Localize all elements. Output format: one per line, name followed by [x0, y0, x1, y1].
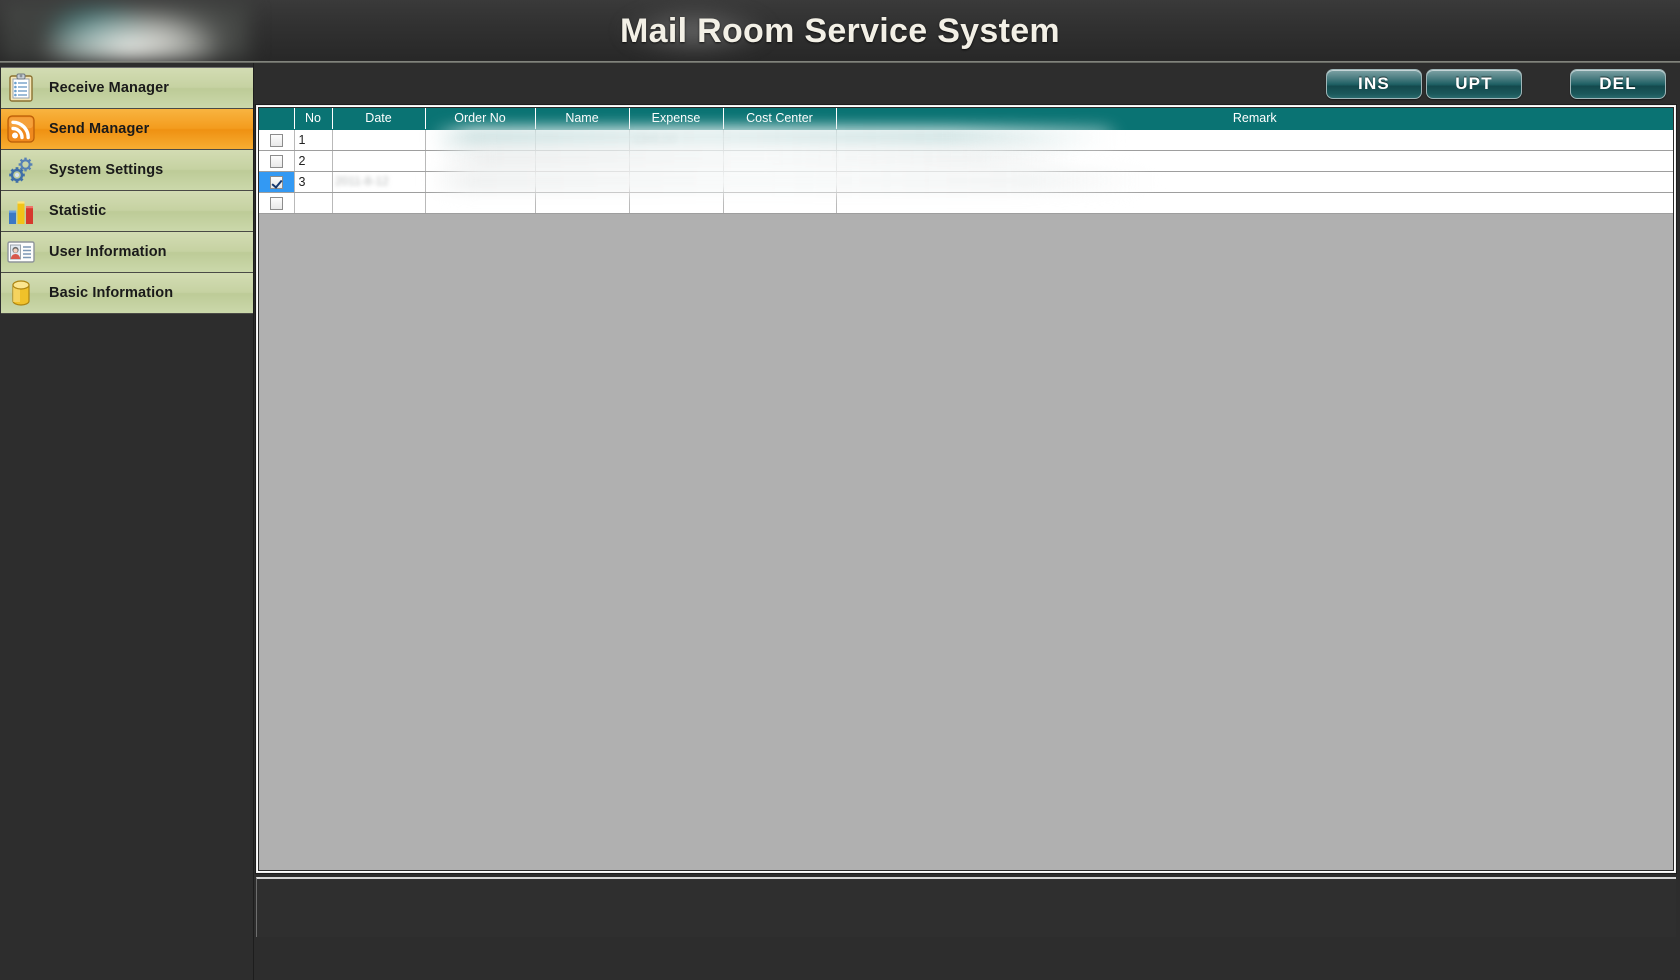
cell-date: [332, 129, 426, 151]
sidebar-item-basic-information[interactable]: Basic Information: [1, 273, 253, 314]
row-select-checkbox-cell[interactable]: [259, 129, 295, 151]
row-select-checkbox-cell[interactable]: [259, 150, 295, 172]
cell-name: [535, 171, 630, 193]
insert-button[interactable]: INS: [1326, 69, 1422, 99]
id-card-icon: [5, 236, 37, 268]
delete-button[interactable]: DEL: [1570, 69, 1666, 99]
sidebar-item-label: Statistic: [49, 203, 107, 219]
sidebar-item-receive-manager[interactable]: Receive Manager: [1, 68, 253, 109]
row-checkbox[interactable]: [269, 133, 283, 147]
gears-icon: [5, 154, 37, 186]
column-header-remark[interactable]: Remark: [836, 108, 1673, 130]
update-button[interactable]: UPT: [1426, 69, 1522, 99]
cell-order-no: [425, 150, 536, 172]
row-select-checkbox-cell[interactable]: [259, 192, 295, 214]
sidebar-item-label: System Settings: [49, 162, 164, 178]
cell-expense: [629, 129, 724, 151]
table-row[interactable]: 2: [259, 150, 1673, 172]
column-header-date[interactable]: Date: [332, 108, 426, 130]
cell-name: [535, 129, 630, 151]
cell-date: [332, 150, 426, 172]
cell-order-no: [425, 129, 536, 151]
sidebar-item-user-information[interactable]: User Information: [1, 232, 253, 273]
page-title: Mail Room Service System: [620, 12, 1060, 50]
cell-name: [535, 150, 630, 172]
cell-order-no: [425, 171, 536, 193]
cell-no: 1: [294, 129, 333, 151]
table-row[interactable]: 3: [259, 171, 1673, 193]
column-header-order-no[interactable]: Order No: [425, 108, 536, 130]
cell-order-no: [425, 192, 536, 214]
sidebar-nav-list: Receive Manager Send Manager System Sett…: [1, 67, 253, 314]
cell-remark: [836, 129, 1673, 151]
sidebar-item-system-settings[interactable]: System Settings: [1, 150, 253, 191]
column-header-expense[interactable]: Expense: [629, 108, 724, 130]
sidebar-item-statistic[interactable]: Statistic: [1, 191, 253, 232]
cell-name: [535, 192, 630, 214]
bar-chart-icon: [5, 195, 37, 227]
grid-empty-area: [260, 215, 1673, 870]
cell-no: 2: [294, 150, 333, 172]
sidebar-item-label: Send Manager: [49, 121, 150, 137]
table-row[interactable]: [259, 192, 1673, 214]
application-window: Mail Room Service System Receive Manager…: [0, 0, 1680, 980]
table-header-row: No Date Order No Name Expense Cost Cente…: [259, 108, 1673, 130]
cell-cost-center: [723, 192, 837, 214]
cell-cost-center: [723, 129, 837, 151]
cell-remark: [836, 150, 1673, 172]
clipboard-icon: [5, 72, 37, 104]
footer-bar: [256, 877, 1676, 937]
action-toolbar: INS UPT DEL: [254, 63, 1680, 105]
sidebar: Receive Manager Send Manager System Sett…: [0, 63, 254, 980]
cell-expense: [629, 150, 724, 172]
sidebar-item-label: Receive Manager: [49, 80, 169, 96]
cell-expense: [629, 192, 724, 214]
main-content: INS UPT DEL No Date Order No Name Expens…: [254, 63, 1680, 980]
table-body: 1 2 3: [259, 129, 1673, 214]
sidebar-item-send-manager[interactable]: Send Manager: [1, 109, 253, 150]
cell-no: [294, 192, 333, 214]
cell-remark: [836, 192, 1673, 214]
cell-cost-center: [723, 171, 837, 193]
sidebar-item-label: Basic Information: [49, 285, 174, 301]
row-checkbox[interactable]: [269, 154, 283, 168]
column-header-cost-center[interactable]: Cost Center: [723, 108, 837, 130]
column-header-name[interactable]: Name: [535, 108, 630, 130]
app-header: Mail Room Service System: [0, 0, 1680, 63]
cell-remark: [836, 171, 1673, 193]
cell-no: 3: [294, 171, 333, 193]
column-header-no[interactable]: No: [294, 108, 333, 130]
sidebar-item-label: User Information: [49, 244, 167, 260]
cell-cost-center: [723, 150, 837, 172]
row-checkbox[interactable]: [269, 175, 283, 189]
row-checkbox[interactable]: [269, 196, 283, 210]
column-header-select[interactable]: [259, 108, 295, 130]
row-select-checkbox-cell[interactable]: [259, 171, 295, 193]
data-grid-panel: No Date Order No Name Expense Cost Cente…: [256, 105, 1676, 873]
data-grid-viewport[interactable]: No Date Order No Name Expense Cost Cente…: [258, 107, 1674, 871]
send-records-table: No Date Order No Name Expense Cost Cente…: [259, 108, 1673, 214]
database-icon: [5, 277, 37, 309]
table-row[interactable]: 1: [259, 129, 1673, 151]
rss-feed-icon: [5, 113, 37, 145]
cell-expense: [629, 171, 724, 193]
cell-date: [332, 192, 426, 214]
footer-strip: [254, 937, 1680, 980]
cell-date: [332, 171, 426, 193]
